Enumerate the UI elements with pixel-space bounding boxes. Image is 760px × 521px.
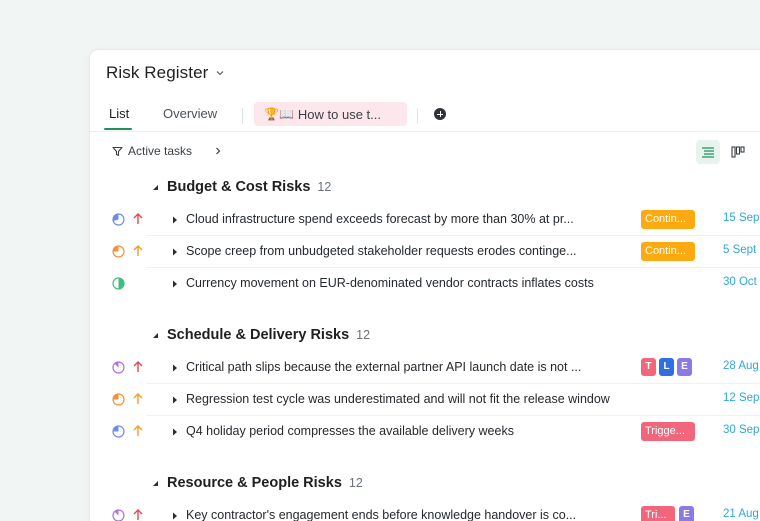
priority-medium-arrow-icon[interactable] — [132, 392, 144, 406]
status-done-icon[interactable] — [112, 277, 125, 290]
expand-triangle-icon[interactable] — [172, 512, 178, 520]
due-date[interactable]: 15 Sept — [723, 212, 760, 224]
group-title: Schedule & Delivery Risks — [167, 327, 350, 343]
task-title[interactable]: Key contractor's engagement ends before … — [186, 508, 576, 521]
collapse-triangle-icon[interactable] — [150, 182, 160, 192]
active-tab-indicator — [104, 128, 132, 130]
task-title[interactable]: Critical path slips because the external… — [186, 360, 581, 374]
priority-medium-arrow-icon[interactable] — [132, 424, 144, 438]
active-tasks-filter[interactable]: Active tasks — [112, 144, 222, 158]
group-header-budget[interactable]: Budget & Cost Risks 12 — [150, 177, 331, 197]
status-tag[interactable]: Contin... — [641, 210, 695, 229]
task-title[interactable]: Cloud infrastructure spend exceeds forec… — [186, 212, 574, 226]
status-review-icon[interactable] — [112, 509, 125, 521]
due-date[interactable]: 28 Aug — [723, 360, 759, 372]
priority-medium-arrow-icon[interactable] — [132, 244, 144, 258]
assignee-avatar[interactable]: E — [679, 506, 694, 521]
filter-icon — [112, 146, 123, 156]
tabs-divider — [242, 108, 243, 124]
tab-how-to-use[interactable]: 🏆📖 How to use t... — [254, 102, 407, 126]
task-row[interactable]: Regression test cycle was underestimated… — [90, 384, 760, 416]
due-date[interactable]: 12 Sept — [723, 392, 760, 404]
tab-how-to-use-label: How to use t... — [297, 106, 381, 122]
group-count: 12 — [356, 328, 371, 342]
priority-high-arrow-icon[interactable] — [132, 508, 144, 521]
tabs-divider-line — [90, 131, 760, 132]
status-open-icon[interactable] — [112, 393, 125, 406]
status-open-icon[interactable] — [112, 245, 125, 258]
add-view-icon[interactable] — [434, 108, 446, 120]
chevron-down-icon[interactable] — [215, 68, 225, 78]
task-row[interactable]: Critical path slips because the external… — [90, 352, 760, 384]
task-row[interactable]: Q4 holiday period compresses the availab… — [90, 416, 760, 448]
list-view-icon — [702, 147, 714, 158]
due-date[interactable]: 21 Aug — [723, 508, 759, 520]
status-in-progress-icon[interactable] — [112, 213, 125, 226]
status-in-progress-icon[interactable] — [112, 425, 125, 438]
group-header-schedule[interactable]: Schedule & Delivery Risks 12 — [150, 325, 370, 345]
view-tabs: List Overview 🏆📖 How to use t... — [90, 102, 760, 130]
collapse-triangle-icon[interactable] — [150, 478, 160, 488]
priority-high-arrow-icon[interactable] — [132, 212, 144, 226]
priority-high-arrow-icon[interactable] — [132, 360, 144, 374]
board-view-icon — [731, 146, 745, 158]
expand-triangle-icon[interactable] — [172, 280, 178, 288]
expand-triangle-icon[interactable] — [172, 248, 178, 256]
trophy-book-icon: 🏆📖 — [264, 107, 294, 121]
expand-triangle-icon[interactable] — [172, 428, 178, 436]
group-count: 12 — [317, 180, 332, 194]
list-view-button[interactable] — [696, 140, 720, 164]
page-title-row[interactable]: Risk Register — [106, 62, 225, 84]
assignee-avatar[interactable]: E — [677, 358, 692, 376]
due-date[interactable]: 30 Sep — [723, 424, 759, 436]
task-row[interactable]: Key contractor's engagement ends before … — [90, 500, 760, 521]
status-tag[interactable]: Trigge... — [641, 422, 695, 441]
group-header-resource[interactable]: Resource & People Risks 12 — [150, 473, 363, 493]
tab-overview[interactable]: Overview — [163, 106, 217, 128]
view-switcher — [690, 140, 760, 164]
group-count: 12 — [348, 476, 363, 490]
group-title: Budget & Cost Risks — [167, 179, 311, 195]
task-title[interactable]: Scope creep from unbudgeted stakeholder … — [186, 244, 577, 258]
task-title[interactable]: Regression test cycle was underestimated… — [186, 392, 610, 406]
risk-register-panel: Risk Register List Overview 🏆📖 How to us… — [90, 50, 760, 521]
page-title: Risk Register — [106, 63, 209, 82]
tab-list[interactable]: List — [109, 106, 129, 128]
status-tag[interactable]: Contin... — [641, 242, 695, 261]
due-date[interactable]: 30 Oct — [723, 276, 757, 288]
expand-triangle-icon[interactable] — [172, 216, 178, 224]
chevron-right-icon[interactable] — [214, 146, 222, 156]
task-row[interactable]: Scope creep from unbudgeted stakeholder … — [90, 236, 760, 268]
collapse-triangle-icon[interactable] — [150, 330, 160, 340]
task-row[interactable]: Cloud infrastructure spend exceeds forec… — [90, 204, 760, 236]
due-date[interactable]: 5 Sept — [723, 244, 756, 256]
board-view-button[interactable] — [726, 140, 750, 164]
task-title[interactable]: Q4 holiday period compresses the availab… — [186, 424, 514, 438]
filter-label: Active tasks — [128, 144, 193, 158]
expand-triangle-icon[interactable] — [172, 364, 178, 372]
status-review-icon[interactable] — [112, 361, 125, 374]
group-title: Resource & People Risks — [167, 475, 342, 491]
task-row[interactable]: Currency movement on EUR-denominated ven… — [90, 268, 760, 300]
task-title[interactable]: Currency movement on EUR-denominated ven… — [186, 276, 594, 290]
status-tag[interactable]: Tri... — [641, 506, 675, 521]
assignee-avatar[interactable]: L — [659, 358, 674, 376]
expand-triangle-icon[interactable] — [172, 396, 178, 404]
tabs-divider — [417, 108, 418, 124]
table-view-button[interactable] — [756, 140, 760, 164]
assignee-avatar[interactable]: T — [641, 358, 656, 376]
